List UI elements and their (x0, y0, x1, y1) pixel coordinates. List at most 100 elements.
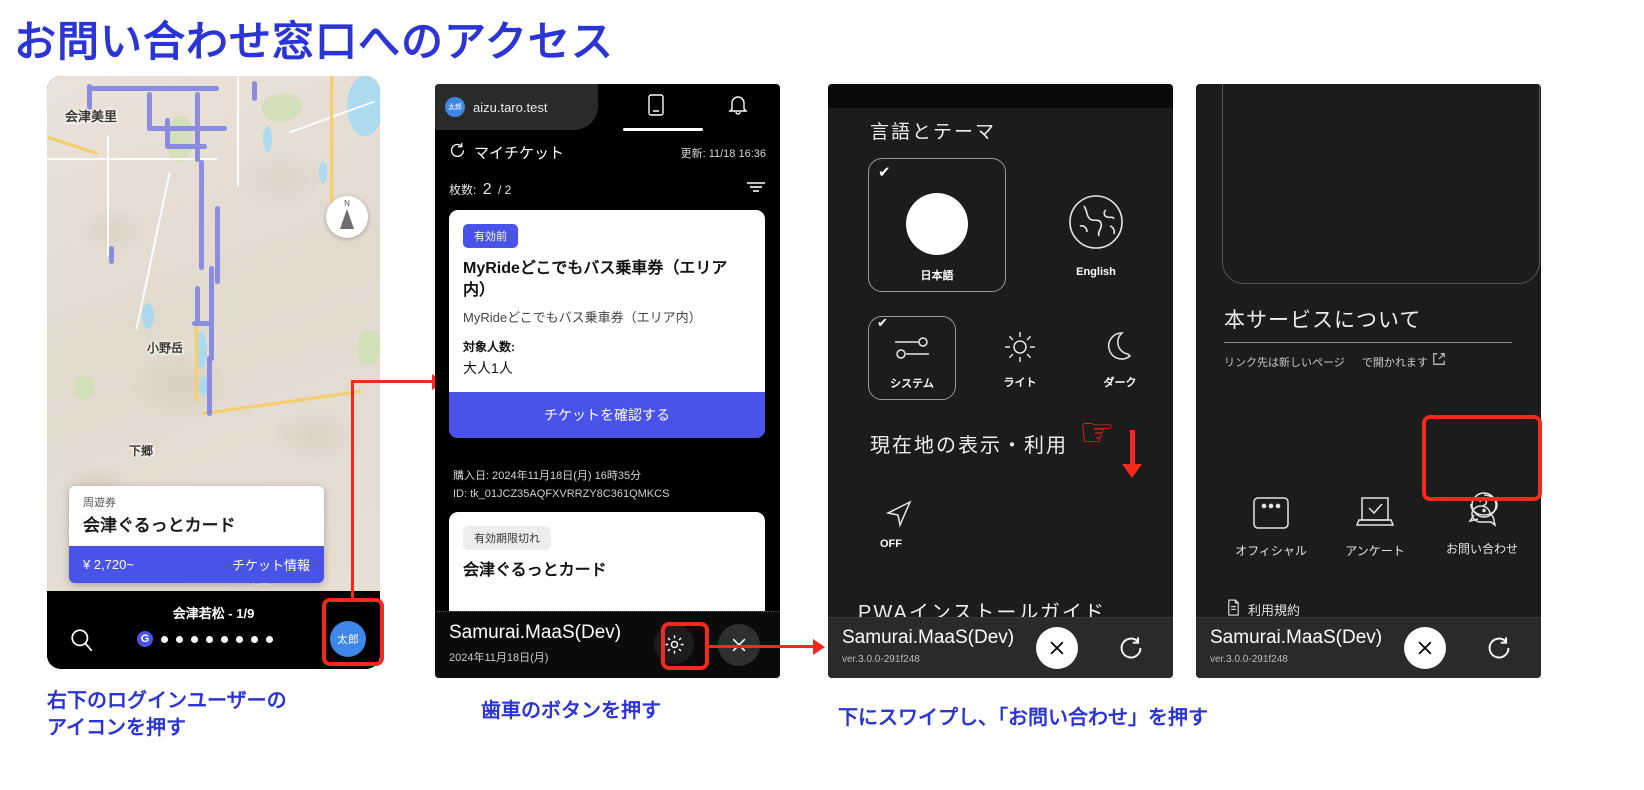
panel-settings-screen: 言語とテーマ ✔ 日本語 English ✔ システム ライト ダーク 現在地の… (828, 84, 1173, 678)
app-date: 2024年11月18日(月) (449, 652, 549, 664)
map-route (165, 144, 207, 149)
app-footer: Samurai.MaaS(Dev) ver.3.0.0-291f248 (1196, 617, 1541, 678)
panel-about-service-screen: 本サービスについて リンク先は新しいページ で開かれます オフィシャル アンケー… (1196, 84, 1541, 678)
about-item-official[interactable]: オフィシャル (1220, 490, 1322, 559)
ticket-title: MyRideどこでもバス乗車券（エリア内） (463, 260, 728, 299)
theme-option-dark[interactable]: ダーク (1076, 316, 1164, 400)
check-icon: ✔ (878, 164, 891, 181)
map-route (195, 92, 200, 162)
pagination-dot[interactable] (266, 635, 273, 643)
poi-kind: 周遊券 (83, 497, 116, 509)
highlight-box-avatar (322, 598, 384, 666)
ticket-people-label: 対象人数: (463, 340, 515, 355)
check-icon: ✔ (877, 315, 888, 330)
close-icon[interactable] (1036, 627, 1078, 669)
pagination-dot[interactable] (191, 635, 198, 643)
link-terms-of-use[interactable]: 利用規約 (1226, 599, 1300, 619)
pagination-dot[interactable] (236, 635, 243, 643)
pagination-dot[interactable] (176, 635, 183, 643)
pagination-dot[interactable] (161, 635, 168, 643)
annotation-arrow-line-horizontal-1 (351, 380, 436, 383)
pagination-dot[interactable] (206, 635, 213, 643)
navigation-arrow-icon (880, 494, 918, 537)
tab-indicator (623, 128, 703, 131)
map-road (47, 158, 217, 160)
map-water (263, 126, 272, 152)
compass-icon[interactable]: N (326, 196, 368, 238)
search-icon[interactable] (69, 627, 95, 653)
survey-check-icon (1324, 490, 1426, 536)
annotation-arrow-line-2 (709, 645, 817, 648)
map-forest (357, 331, 380, 365)
filter-icon[interactable] (746, 180, 766, 199)
app-version: ver.3.0.0-291f248 (842, 654, 920, 665)
about-item-label: オフィシャル (1235, 544, 1307, 558)
caption-step-1: 右下のログインユーザーの アイコンを押す (47, 688, 287, 742)
ticket-card-active[interactable]: 有効前 MyRideどこでもバス乗車券（エリア内） MyRideどこでもバス乗車… (449, 210, 765, 439)
poi-ticket-info-link[interactable]: チケット情報 (232, 555, 310, 574)
status-bar: 太郎 aizu.taro.test (435, 84, 780, 131)
refresh-icon[interactable] (1481, 630, 1517, 666)
about-item-survey[interactable]: アンケート (1324, 490, 1426, 559)
location-section-title: 現在地の表示・利用 (870, 435, 1068, 457)
location-toggle[interactable]: OFF (872, 494, 962, 574)
map-route (109, 246, 114, 264)
annotation-arrowhead-2 (813, 639, 825, 655)
close-icon[interactable] (1404, 627, 1446, 669)
annotation-arrow-line-vertical-1 (351, 380, 354, 602)
highlight-box-gear (661, 622, 709, 670)
poi-price-bar[interactable]: ¥ 2,720~ チケット情報 (69, 546, 324, 583)
account-name: aizu.taro.test (473, 99, 548, 115)
avatar: 太郎 (445, 97, 465, 117)
account-chip[interactable]: 太郎 aizu.taro.test (435, 84, 598, 130)
pointing-hand-icon: ☞ (1079, 411, 1115, 455)
confirm-ticket-button[interactable]: チケットを確認する (449, 392, 765, 439)
language-label-japanese: 日本語 (920, 270, 954, 282)
language-option-japanese[interactable]: ✔ 日本語 (868, 158, 1006, 292)
sliders-icon (892, 333, 932, 368)
map-canvas[interactable]: 会津美里 小野岳 下郷 旭岳 N 周遊券 会津ぐるっとカード ¥ 2,720~ … (47, 76, 380, 591)
theme-option-system[interactable]: ✔ システム (868, 315, 956, 400)
ticket-count-value: 2 (482, 180, 492, 198)
refresh-icon[interactable] (449, 142, 466, 163)
map-route (147, 92, 152, 130)
language-label-english: English (1076, 266, 1116, 278)
pagination-dot[interactable] (251, 635, 258, 643)
map-route (192, 321, 214, 326)
japan-flag-icon (906, 193, 968, 255)
map-route (195, 286, 200, 326)
purchase-date: 購入日: 2024年11月18日(月) 16時35分 (453, 470, 642, 482)
status-badge: 有効期限切れ (463, 526, 551, 550)
map-pagination[interactable]: G (137, 631, 273, 647)
map-route (89, 86, 219, 91)
theme-label-light: ライト (1003, 377, 1037, 389)
panel-map-screen: 会津美里 小野岳 下郷 旭岳 N 周遊券 会津ぐるっとカード ¥ 2,720~ … (47, 76, 380, 669)
ticket-title: 会津ぐるっとカード (463, 562, 607, 579)
moon-icon (1104, 330, 1136, 369)
map-water (319, 161, 327, 183)
my-ticket-header-row: マイチケット 更新: 11/18 16:36 (435, 142, 780, 163)
phone-icon[interactable] (647, 94, 665, 121)
map-label-onodake: 小野岳 (147, 341, 184, 355)
window-dots-icon (1220, 490, 1322, 536)
document-icon (1226, 599, 1241, 619)
highlight-box-contact (1422, 415, 1542, 501)
ticket-subtitle: MyRideどこでもバス乗車券（エリア内） (463, 310, 702, 326)
map-water (142, 303, 154, 329)
swipe-down-line (1130, 430, 1135, 468)
language-option-english[interactable]: English (1036, 158, 1156, 292)
pagination-dot[interactable] (221, 635, 228, 643)
app-footer: Samurai.MaaS(Dev) ver.3.0.0-291f248 (828, 617, 1173, 678)
refresh-icon[interactable] (1113, 630, 1149, 666)
divider (1224, 342, 1512, 343)
app-version: ver.3.0.0-291f248 (1210, 654, 1288, 665)
theme-option-light[interactable]: ライト (976, 316, 1064, 400)
my-ticket-title: マイチケット (474, 145, 565, 162)
ticket-id: ID: tk_01JCZ35AQFXVRRZY8C361QMKCS (453, 487, 670, 500)
page-title: お問い合わせ窓口へのアクセス (14, 18, 614, 65)
caption-step-2: 歯車のボタンを押す (481, 700, 661, 722)
bell-icon[interactable] (728, 94, 748, 121)
poi-card[interactable]: 周遊券 会津ぐるっとカード ¥ 2,720~ チケット情報 (69, 486, 324, 583)
panel-my-ticket-screen: 太郎 aizu.taro.test マイチケット 更新: 11/18 16:36 (435, 84, 780, 678)
sun-icon (1003, 330, 1037, 369)
